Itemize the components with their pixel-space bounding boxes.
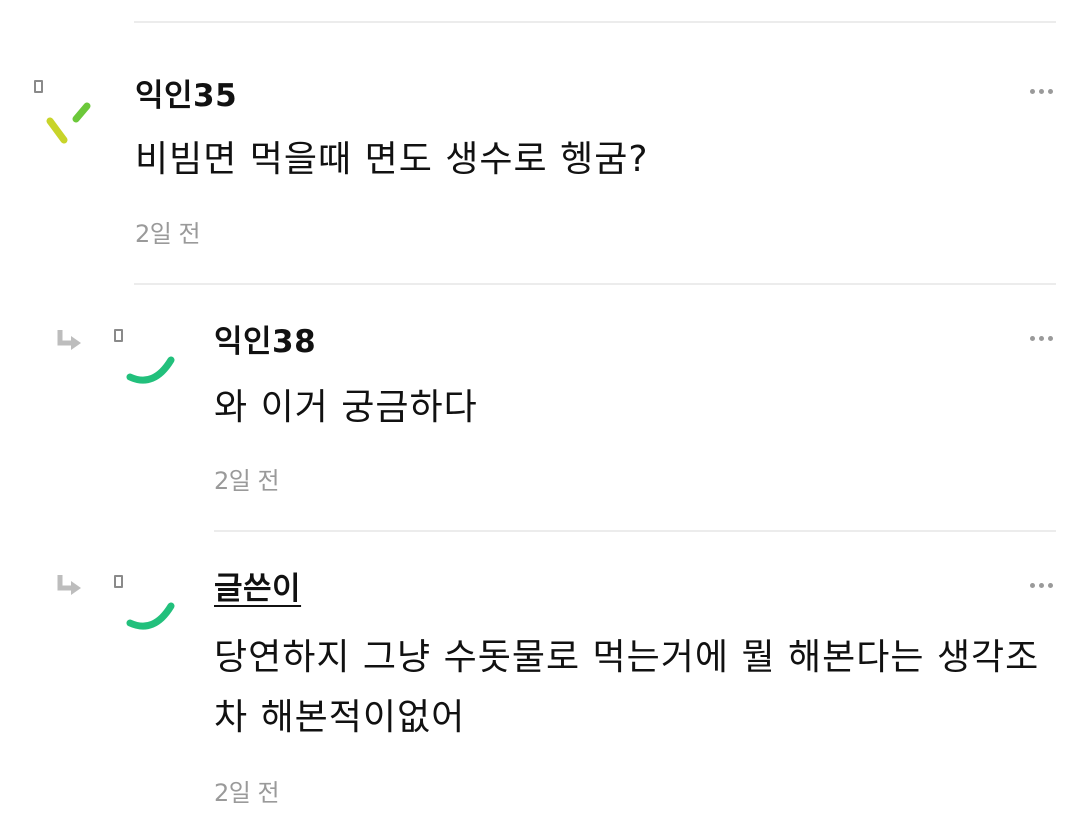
avatar[interactable]: [118, 340, 188, 410]
comment-text: 와 이거 궁금하다: [214, 387, 478, 428]
avatar[interactable]: [118, 586, 188, 656]
more-dots-icon[interactable]: [1030, 335, 1054, 343]
comment-text: 비빔면 먹을때 면도 생수로 헹굼?: [135, 139, 649, 180]
comment-time: 2일 전: [214, 779, 280, 807]
comment-time: 2일 전: [214, 467, 280, 495]
avatar-graphic: [126, 602, 175, 630]
comment-author[interactable]: 익인35: [135, 76, 237, 116]
more-dots-icon[interactable]: [1030, 88, 1054, 96]
comment-author[interactable]: 익인38: [214, 322, 316, 362]
reply-arrow-icon: [56, 328, 86, 354]
comment-author-op[interactable]: 글쓴이: [214, 569, 301, 609]
reply-arrow-icon: [56, 573, 86, 599]
comment-divider: [214, 530, 1056, 532]
comment-divider: [134, 283, 1056, 285]
comment-text: 당연하지 그냥 수돗물로 먹는거에 뭘 해본다는 생각조차 해본적이없어: [214, 637, 1040, 738]
avatar-graphic: [46, 102, 91, 144]
more-dots-icon[interactable]: [1030, 582, 1054, 590]
avatar-graphic: [126, 356, 175, 384]
tag-icon: [34, 80, 43, 93]
comment-time: 2일 전: [135, 220, 201, 248]
avatar[interactable]: [40, 95, 110, 165]
comment-divider: [134, 21, 1056, 23]
